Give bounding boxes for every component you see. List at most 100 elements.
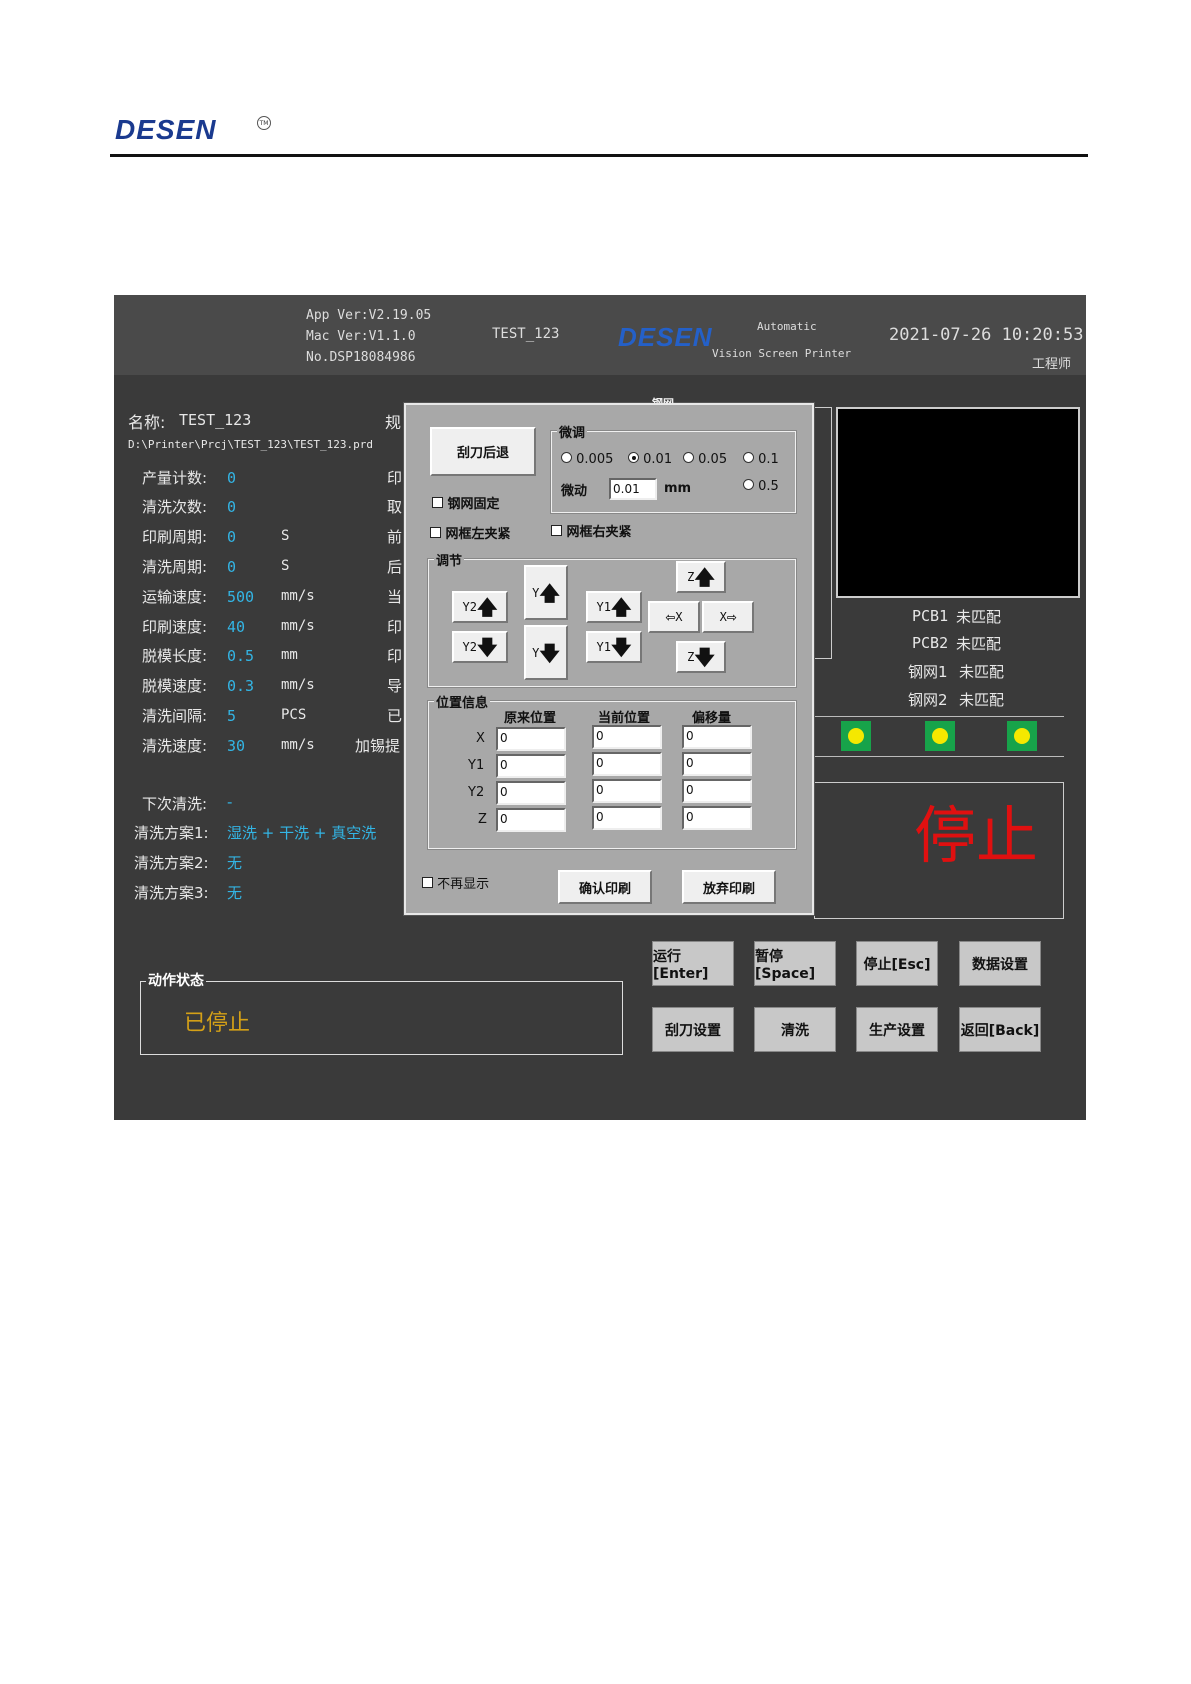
y1-up-button[interactable]: Y1 🡅 xyxy=(586,591,642,623)
row-value: 500 xyxy=(227,588,255,606)
row-value: 0.5 xyxy=(227,647,255,665)
y2-up-button[interactable]: Y2 🡅 xyxy=(452,591,508,623)
off-x-field[interactable]: 0 xyxy=(682,725,752,749)
z-up-button[interactable]: Z 🡅 xyxy=(676,561,726,593)
axis-label: Y xyxy=(532,585,540,600)
y-down-button[interactable]: Y 🡇 xyxy=(524,625,568,680)
checkbox-icon xyxy=(551,525,562,536)
col-off-header: 偏移量 xyxy=(692,711,732,726)
trademark-icon: TM xyxy=(257,116,271,130)
axis-label: Z xyxy=(687,570,695,584)
plan-label: 清洗方案2: xyxy=(134,854,209,872)
row-right-label: 印 xyxy=(387,618,403,636)
row-label: 印刷速度: xyxy=(142,618,208,636)
row-value: 30 xyxy=(227,737,246,755)
printer-screen: App Ver:V2.19.05 Mac Ver:V1.1.0 No.DSP18… xyxy=(114,295,1086,1120)
axis-label: Z xyxy=(478,812,487,827)
x-left-button[interactable]: ⇦ X xyxy=(648,601,700,633)
tagline-printer: Vision Screen Printer xyxy=(712,347,852,360)
step-label: 0.005 xyxy=(576,452,614,467)
step-radio[interactable]: 0.01 xyxy=(628,452,672,467)
checkbox-label: 不再显示 xyxy=(437,877,490,892)
big-status-text: 停止 xyxy=(914,799,1039,872)
row-unit: mm/s xyxy=(281,618,315,634)
stop-button[interactable]: 停止[Esc] xyxy=(856,941,938,986)
data-settings-button[interactable]: 数据设置 xyxy=(959,941,1041,986)
step-radio[interactable]: 0.005 xyxy=(561,452,613,467)
off-y2-field[interactable]: 0 xyxy=(682,779,752,803)
y2-down-button[interactable]: Y2 🡇 xyxy=(452,631,508,663)
row-right-label: 印 xyxy=(387,647,403,665)
y1-down-button[interactable]: Y1 🡇 xyxy=(586,631,642,663)
production-settings-button[interactable]: 生产设置 xyxy=(856,1007,938,1052)
z-down-button[interactable]: Z 🡇 xyxy=(676,641,726,673)
run-button[interactable]: 运行[Enter] xyxy=(652,941,734,986)
row-right-label: 当 xyxy=(387,588,403,606)
orig-z-field[interactable]: 0 xyxy=(496,808,566,832)
radio-icon xyxy=(683,452,694,463)
back-button[interactable]: 返回[Back] xyxy=(959,1007,1041,1052)
orig-y1-field[interactable]: 0 xyxy=(496,754,566,778)
step-label: 0.05 xyxy=(698,452,728,467)
cur-z-field[interactable]: 0 xyxy=(592,806,662,830)
step-radio[interactable]: 0.05 xyxy=(683,452,727,467)
adjust-title: 调节 xyxy=(434,550,465,569)
clean-button[interactable]: 清洗 xyxy=(754,1007,836,1052)
stencil-fix-checkbox[interactable]: 钢网固定 xyxy=(432,493,500,512)
row-right-label: 印 xyxy=(387,469,403,487)
jog-input[interactable]: 0.01 xyxy=(609,478,657,500)
checkbox-icon xyxy=(432,497,443,508)
user-role: 工程师 xyxy=(1032,357,1072,372)
tagline-automatic: Automatic xyxy=(757,320,817,333)
col-cur-header: 当前位置 xyxy=(598,711,651,726)
blade-back-button[interactable]: 刮刀后退 xyxy=(430,427,536,476)
no-show-checkbox[interactable]: 不再显示 xyxy=(422,873,489,892)
off-z-field[interactable]: 0 xyxy=(682,806,752,830)
cur-y1-field[interactable]: 0 xyxy=(592,752,662,776)
row-unit: mm/s xyxy=(281,588,315,604)
axis-label: Y2 xyxy=(462,640,477,654)
radio-icon xyxy=(743,452,754,463)
led-indicator xyxy=(925,721,955,751)
camera-view xyxy=(836,407,1080,598)
frame-right-checkbox[interactable]: 网框右夹紧 xyxy=(551,521,632,540)
cur-x-field[interactable]: 0 xyxy=(592,725,662,749)
frame-left-checkbox[interactable]: 网框左夹紧 xyxy=(430,523,511,542)
match-label: PCB2 xyxy=(912,634,949,652)
col-orig-header: 原来位置 xyxy=(504,711,557,726)
cur-y2-field[interactable]: 0 xyxy=(592,779,662,803)
row-label: 运输速度: xyxy=(142,588,208,606)
y-up-button[interactable]: Y 🡅 xyxy=(524,565,568,620)
blade-settings-button[interactable]: 刮刀设置 xyxy=(652,1007,734,1052)
led-row-bottom-divider xyxy=(814,756,1064,757)
step-label: 0.5 xyxy=(758,479,779,494)
row-right-label: 前 xyxy=(387,528,403,546)
row-label: 清洗周期: xyxy=(142,558,208,576)
row-right-label: 取 xyxy=(387,498,403,516)
step-radio[interactable]: 0.1 xyxy=(743,452,779,467)
orig-x-field[interactable]: 0 xyxy=(496,727,566,751)
row-right-label: 已 xyxy=(387,707,403,725)
document-logo: DESEN xyxy=(115,114,217,145)
row-value: 0 xyxy=(227,498,237,516)
app-logo: DESEN xyxy=(618,322,713,352)
match-status: 未匹配 xyxy=(959,691,1005,709)
print-confirm-dialog: 钢网 刮刀后退 微调 0.005 0.01 0.05 0.1 0.5 微动 0.… xyxy=(403,397,815,916)
position-title: 位置信息 xyxy=(434,692,491,711)
project-name: TEST_123 xyxy=(492,326,560,342)
confirm-print-button[interactable]: 确认印刷 xyxy=(558,870,652,904)
step-radio[interactable]: 0.5 xyxy=(743,479,779,494)
off-y1-field[interactable]: 0 xyxy=(682,752,752,776)
x-right-button[interactable]: X ⇨ xyxy=(702,601,754,633)
serial-number: No.DSP18084986 xyxy=(306,350,416,365)
action-status-title: 动作状态 xyxy=(146,970,206,990)
step-label: 0.01 xyxy=(643,452,673,467)
header-divider xyxy=(110,154,1088,157)
pause-button[interactable]: 暂停[Space] xyxy=(754,941,836,986)
axis-label: X xyxy=(719,610,727,624)
orig-y2-field[interactable]: 0 xyxy=(496,781,566,805)
abandon-print-button[interactable]: 放弃印刷 xyxy=(682,870,776,904)
row-unit: S xyxy=(281,558,290,574)
center-panel-frame xyxy=(814,407,832,659)
plan-value: 湿洗 + 干洗 + 真空洗 xyxy=(227,824,377,842)
